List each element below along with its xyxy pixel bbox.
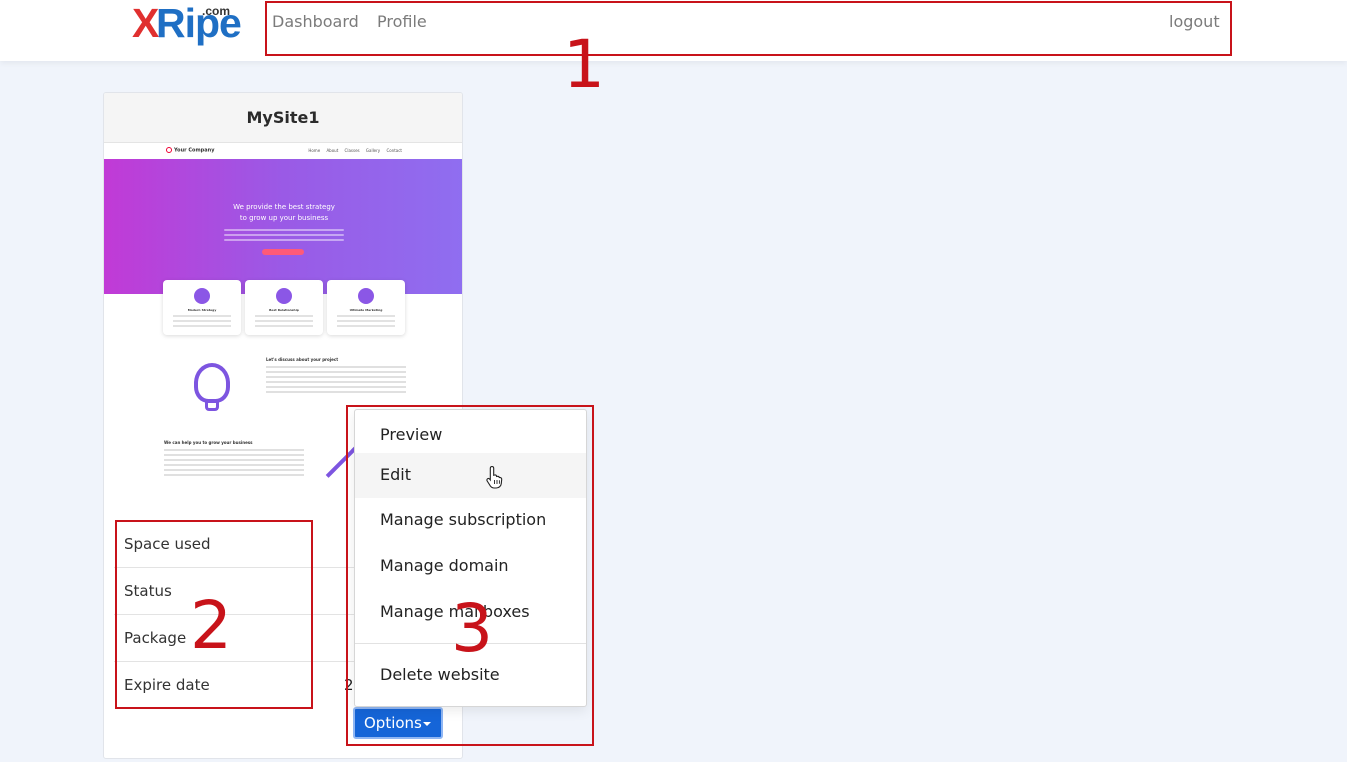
options-dropdown-menu: Preview Edit Manage subscription Manage … — [354, 409, 587, 707]
thumb-brand: Your Company — [166, 147, 214, 154]
thumb-hero-button — [262, 249, 304, 255]
info-label: Package — [124, 629, 187, 647]
thumb-menu-item: Gallery — [365, 148, 381, 153]
thumb-hero: We provide the best strategy to grow up … — [104, 159, 462, 294]
thumb-feature-box: Modern Strategy — [163, 280, 241, 335]
thumb-menu-item: Contact — [386, 148, 402, 153]
thumb-hero-title-line: to grow up your business — [239, 214, 329, 222]
lightbulb-base — [205, 401, 219, 411]
logo-x-letter: X — [132, 0, 159, 46]
logo-suffix: .com — [202, 4, 231, 18]
feature-icon — [276, 288, 292, 304]
thumb-section-text: We can help you to grow your business — [164, 440, 304, 479]
menu-item-manage-mailboxes[interactable]: Manage mailboxes — [355, 590, 586, 634]
thumb-menu-item: Classes — [344, 148, 360, 153]
thumb-hero-title-line: We provide the best strategy — [233, 203, 335, 211]
thumb-feature-box: Best Relationship — [245, 280, 323, 335]
thumb-hero-title: We provide the best strategy to grow up … — [104, 202, 462, 224]
menu-item-edit[interactable]: Edit — [355, 453, 586, 498]
thumb-hero-text — [224, 229, 344, 244]
caret-down-icon — [423, 722, 431, 726]
thumb-navbar: Your Company Home About Classes Gallery … — [104, 143, 462, 159]
menu-item-manage-subscription[interactable]: Manage subscription — [355, 498, 586, 542]
feature-icon — [358, 288, 374, 304]
menu-item-preview[interactable]: Preview — [355, 413, 586, 457]
feature-icon — [194, 288, 210, 304]
options-dropdown-button[interactable]: Options — [353, 707, 443, 739]
info-label: Status — [124, 582, 172, 600]
menu-item-delete-website[interactable]: Delete website — [355, 653, 586, 697]
thumb-menu: Home About Classes Gallery Contact — [303, 148, 402, 153]
info-label: Space used — [124, 535, 211, 553]
feature-title: Best Relationship — [269, 308, 299, 312]
nav-dashboard-link[interactable]: Dashboard — [272, 12, 359, 31]
thumb-section-heading: Let's discuss about your project — [266, 357, 339, 362]
info-label: Expire date — [124, 676, 210, 694]
menu-divider — [355, 643, 586, 644]
lightbulb-icon — [194, 363, 230, 403]
thumb-menu-item: Home — [308, 148, 321, 153]
site-card-title: MySite1 — [104, 93, 462, 143]
thumb-feature-box: Ultimate Marketing — [327, 280, 405, 335]
thumb-section-text: Let's discuss about your project — [266, 357, 406, 396]
nav-profile-link[interactable]: Profile — [377, 12, 427, 31]
feature-title: Ultimate Marketing — [349, 308, 383, 312]
logout-link[interactable]: logout — [1169, 12, 1220, 31]
options-label: Options — [364, 714, 422, 732]
thumb-section-heading: We can help you to grow your business — [164, 440, 253, 445]
thumb-menu-item: About — [326, 148, 339, 153]
top-navbar: X Ripe .com Dashboard Profile logout — [0, 0, 1347, 61]
feature-title: Modern Strategy — [187, 308, 217, 312]
menu-item-manage-domain[interactable]: Manage domain — [355, 544, 586, 588]
